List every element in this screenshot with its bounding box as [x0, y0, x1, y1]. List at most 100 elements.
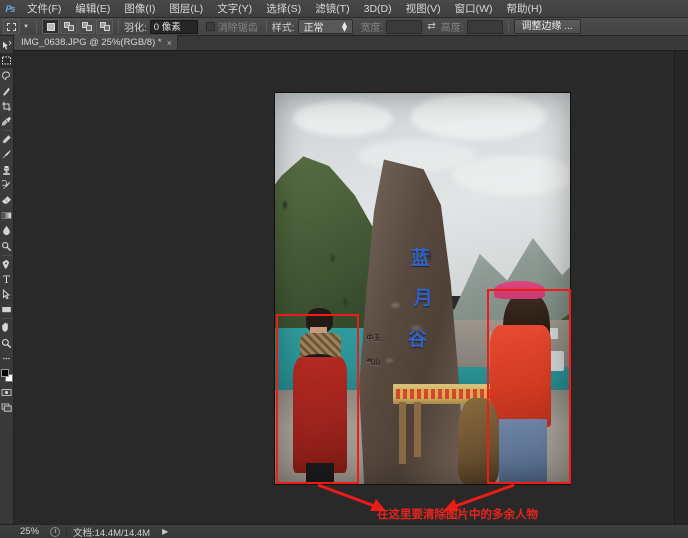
- horizontal-type-tool[interactable]: T: [0, 272, 14, 287]
- antialias-label: 消除锯齿: [217, 23, 258, 34]
- style-dropdown[interactable]: 正常 ▴ ▾: [297, 18, 353, 35]
- edit-toolbar-ellipsis-icon[interactable]: [0, 351, 14, 366]
- monument-carved-text: 谷: [407, 327, 427, 350]
- dodge-tool[interactable]: [0, 238, 14, 253]
- clone-stamp-tool[interactable]: [0, 163, 14, 178]
- style-value: 正常: [303, 23, 324, 34]
- menu-file[interactable]: 文件(F): [20, 0, 68, 18]
- crop-tool[interactable]: [0, 99, 14, 114]
- intersect-with-selection-icon: [99, 22, 110, 31]
- eyedropper-tool[interactable]: [0, 114, 14, 129]
- table-leg: [413, 401, 421, 457]
- cloud: [410, 93, 547, 140]
- new-selection-icon: [46, 22, 55, 31]
- eraser-tool[interactable]: [0, 193, 14, 208]
- menu-window[interactable]: 窗口(W): [448, 0, 500, 18]
- style-label: 样式:: [271, 23, 295, 34]
- redbox-person-left: [276, 314, 359, 484]
- table-leg: [398, 401, 406, 465]
- divider: [265, 20, 267, 33]
- change-screen-mode[interactable]: [0, 400, 14, 415]
- status-bar: 25% 文档:14.4M/14.4M ▶: [0, 524, 688, 538]
- edit-in-quick-mask-mode[interactable]: [0, 385, 14, 400]
- swap-dimensions-icon[interactable]: ⇄: [427, 21, 435, 32]
- spot-healing-brush-tool[interactable]: [0, 132, 14, 147]
- monument-carved-text: 月: [413, 286, 433, 309]
- divider: [118, 20, 119, 33]
- photoshop-logo-icon: Ps: [5, 3, 15, 14]
- move-tool[interactable]: [0, 38, 14, 53]
- monument-carved-text: 蓝: [410, 247, 430, 270]
- menu-edit[interactable]: 编辑(E): [68, 0, 117, 18]
- menu-3d[interactable]: 3D(D): [357, 0, 399, 18]
- status-info-icon: [50, 526, 60, 537]
- quick-selection-tool[interactable]: [0, 84, 14, 99]
- path-selection-tool[interactable]: [0, 287, 14, 302]
- divider: [1, 254, 12, 256]
- antialias-checkbox[interactable]: [205, 22, 215, 31]
- feather-label: 羽化:: [124, 23, 147, 34]
- add-to-selection-button[interactable]: [60, 19, 77, 34]
- tools-panel: T: [0, 36, 14, 524]
- canvas-area[interactable]: 蓝 月 谷 中玉 气山 在这里要清除图片中的多余人物: [14, 51, 674, 524]
- add-to-selection-icon: [63, 22, 74, 31]
- width-input[interactable]: [386, 19, 423, 34]
- lasso-tool[interactable]: [0, 68, 14, 83]
- menu-type[interactable]: 文字(Y): [210, 0, 259, 18]
- divider: [1, 318, 12, 320]
- divider: [1, 130, 12, 132]
- height-input[interactable]: [466, 19, 503, 34]
- chevron-updown-icon: ▴ ▾: [342, 18, 348, 35]
- menu-view[interactable]: 视图(V): [399, 0, 448, 18]
- divider: [507, 20, 509, 33]
- monument-small-text: 气山: [366, 357, 381, 366]
- new-selection-button[interactable]: [42, 19, 59, 34]
- status-document-size: 文档:14.4M/14.4M: [73, 527, 151, 538]
- brush-tool[interactable]: [0, 147, 14, 162]
- subtract-from-selection-button[interactable]: [78, 19, 95, 34]
- document-tab-bar: IMG_0638.JPG @ 25%(RGB/8) * ×: [14, 35, 688, 51]
- rectangular-marquee-tool[interactable]: [0, 53, 14, 69]
- tool-preset-chevron-down-icon[interactable]: ▼: [21, 19, 31, 34]
- gradient-tool[interactable]: [0, 208, 14, 223]
- history-brush-tool[interactable]: [0, 178, 14, 193]
- intersect-with-selection-button[interactable]: [96, 19, 113, 34]
- zoom-tool[interactable]: [0, 336, 14, 351]
- height-label: 高度:: [440, 23, 464, 34]
- annotation-note-text: 在这里要清除图片中的多余人物: [377, 507, 538, 521]
- menu-select[interactable]: 选择(S): [259, 0, 308, 18]
- status-zoom-level[interactable]: 25%: [20, 526, 44, 537]
- subtract-from-selection-icon: [81, 22, 92, 31]
- menu-help[interactable]: 帮助(H): [500, 0, 550, 18]
- tool-options-bar: ▼ 羽化: 0 像素 消除锯齿 样式: 正常 ▴ ▾ 宽度: ⇄ 高度: 调整边…: [0, 18, 688, 36]
- menu-filter[interactable]: 滤镜(T): [308, 0, 356, 18]
- status-menu-arrow-icon[interactable]: ▶: [162, 527, 168, 536]
- menu-image[interactable]: 图像(I): [117, 0, 162, 18]
- cloud: [452, 155, 570, 195]
- right-panel-collapsed[interactable]: [674, 51, 688, 524]
- document-tab[interactable]: IMG_0638.JPG @ 25%(RGB/8) * ×: [14, 35, 178, 50]
- divider: [36, 20, 37, 33]
- blur-tool[interactable]: [0, 223, 14, 238]
- foreground-color-swatch[interactable]: [0, 368, 9, 377]
- monument-small-text: 中玉: [366, 334, 381, 343]
- rectangular-marquee-icon[interactable]: [3, 19, 20, 34]
- marquee-glyph: [7, 22, 16, 31]
- menu-layer[interactable]: 图层(L): [162, 0, 210, 18]
- selection-mode-group: [42, 19, 113, 34]
- pen-tool[interactable]: [0, 257, 14, 272]
- divider: [66, 526, 67, 537]
- svg-text:T: T: [3, 275, 10, 285]
- photoshop-window: Ps 文件(F) 编辑(E) 图像(I) 图层(L) 文字(Y) 选择(S) 滤…: [0, 0, 688, 538]
- redbox-person-right: [487, 289, 571, 484]
- rectangle-shape-tool[interactable]: [0, 302, 14, 317]
- width-label: 宽度:: [360, 23, 384, 34]
- menu-bar: Ps 文件(F) 编辑(E) 图像(I) 图层(L) 文字(Y) 选择(S) 滤…: [0, 0, 688, 18]
- refine-edge-button[interactable]: 调整边缘 ...: [513, 19, 581, 34]
- hand-tool[interactable]: [0, 320, 14, 335]
- document-tab-label: IMG_0638.JPG @ 25%(RGB/8) *: [21, 37, 162, 48]
- feather-input[interactable]: 0 像素: [149, 19, 198, 34]
- close-icon[interactable]: ×: [167, 38, 172, 48]
- color-swatches[interactable]: [0, 368, 14, 385]
- cloud: [292, 100, 393, 136]
